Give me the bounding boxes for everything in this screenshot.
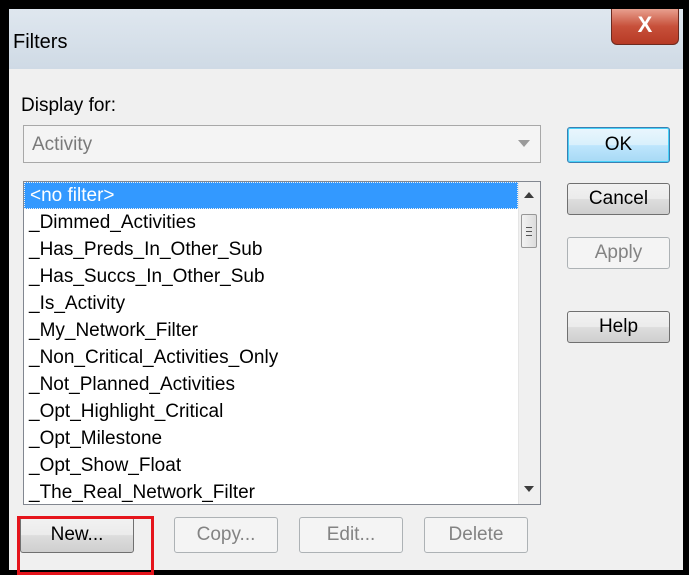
display-for-value: Activity [32,134,93,155]
filter-list-item[interactable]: _Has_Preds_In_Other_Sub [24,236,518,263]
list-scrollbar[interactable] [518,182,540,504]
close-icon: X [637,12,653,37]
display-for-dropdown[interactable]: Activity [23,125,541,163]
filter-list-item-selected[interactable]: <no filter> [24,182,518,209]
window-title: Filters [13,31,68,53]
filter-list-item[interactable]: _Not_Planned_Activities [24,371,518,398]
cancel-button[interactable]: Cancel [567,183,670,215]
filter-list-item[interactable]: _Is_Activity [24,290,518,317]
help-button[interactable]: Help [567,311,670,343]
scrollbar-thumb[interactable] [521,214,537,248]
grip-line [526,227,532,228]
scroll-up-arrow-icon[interactable] [524,192,534,198]
ok-button[interactable]: OK [567,127,670,163]
new-button-highlight [17,516,154,575]
filter-list-item[interactable]: _Opt_Highlight_Critical [24,398,518,425]
filter-list[interactable]: <no filter> _Dimmed_Activities _Has_Preds_… [23,181,541,505]
title-bar: Filters X [9,9,683,69]
display-for-label: Display for: [21,95,117,116]
filter-list-items: <no filter> _Dimmed_Activities _Has_Preds_… [24,182,518,504]
filter-list-item[interactable]: _Dimmed_Activities [24,209,518,236]
apply-button[interactable]: Apply [567,237,670,269]
filter-list-item[interactable]: _Opt_Show_Float [24,452,518,479]
filter-list-item[interactable]: _The_Real_Network_Filter [24,479,518,504]
grip-line [526,231,532,232]
filter-list-item[interactable]: _Has_Succs_In_Other_Sub [24,263,518,290]
grip-line [526,235,532,236]
filter-list-item[interactable]: _Non_Critical_Activities_Only [24,344,518,371]
copy-button[interactable]: Copy... [174,517,278,553]
chevron-down-icon [518,140,530,147]
filter-list-item[interactable]: _My_Network_Filter [24,317,518,344]
filters-dialog: Filters X Display for: Activity <no filt… [0,0,689,575]
filter-list-item[interactable]: _Opt_Milestone [24,425,518,452]
scroll-down-arrow-icon[interactable] [524,486,534,492]
edit-button[interactable]: Edit... [299,517,403,553]
delete-button[interactable]: Delete [424,517,528,553]
close-button[interactable]: X [611,9,679,45]
